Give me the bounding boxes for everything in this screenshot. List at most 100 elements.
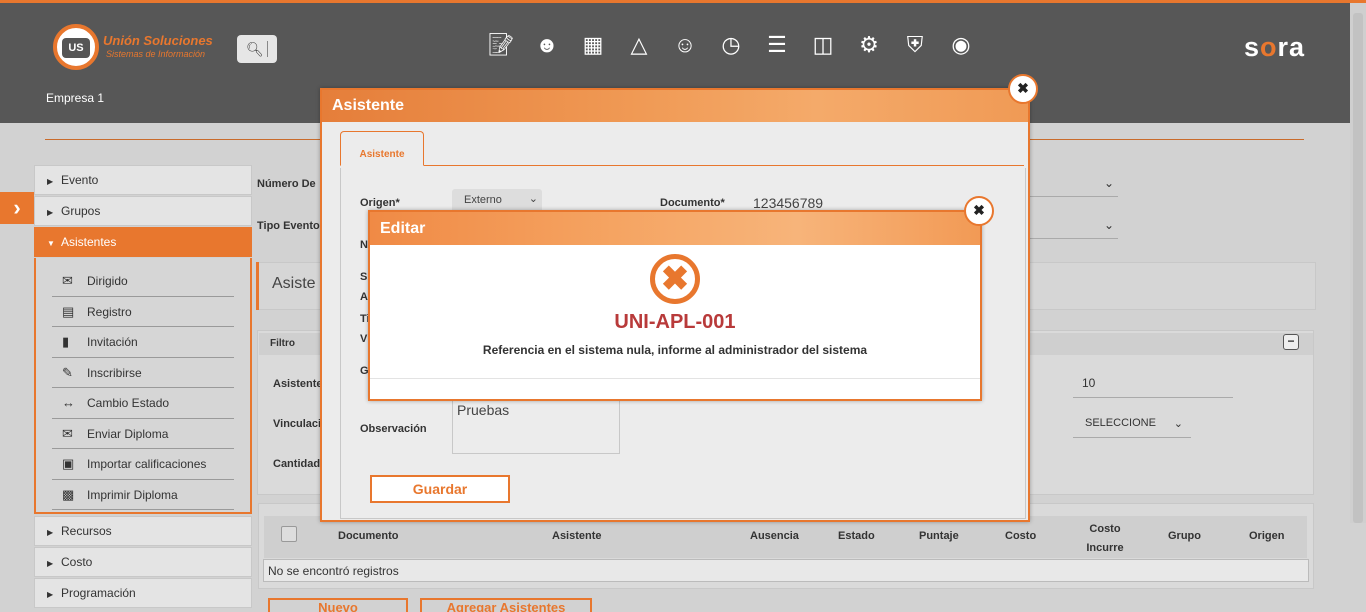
- guardar-button[interactable]: Guardar: [370, 475, 510, 503]
- partial-label: A: [360, 291, 368, 303]
- tipo-evento-label: Tipo Evento: [257, 220, 320, 232]
- submenu-item-label: Dirigido: [87, 274, 128, 288]
- chevron-right-icon: ›: [13, 195, 21, 220]
- brand-left: s: [1244, 32, 1261, 62]
- envelope-icon: ✉: [62, 425, 73, 441]
- submenu-item-label: Enviar Diploma: [87, 426, 169, 441]
- search-separator: [267, 41, 268, 57]
- presentation-icon[interactable]: ◫: [809, 31, 837, 59]
- user-settings-icon[interactable]: ☻: [533, 31, 561, 59]
- logo-subtitle: Sistemas de Información: [106, 49, 206, 59]
- error-x-icon: ✖: [650, 254, 700, 304]
- col-ausencia[interactable]: Ausencia: [750, 530, 799, 542]
- submenu-item-inscribirse[interactable]: ✎ Inscribirse: [52, 358, 234, 388]
- submenu-item-registro[interactable]: ▤ Registro: [52, 297, 234, 327]
- tab-asistente[interactable]: Asistente: [340, 131, 424, 166]
- tipo-evento-select[interactable]: ⌄: [1028, 213, 1118, 239]
- observacion-textarea[interactable]: Pruebas: [452, 397, 620, 454]
- sidebar-toggle-button[interactable]: ›: [0, 192, 34, 224]
- form-icon: ▤: [62, 303, 75, 319]
- tabs-underline: [340, 165, 1024, 166]
- logo-mark: US: [53, 24, 99, 70]
- submenu-item-cambio-estado[interactable]: ↔ Cambio Estado: [52, 388, 234, 419]
- numero-select[interactable]: ⌄: [1028, 171, 1118, 197]
- origen-select-value: Externo: [464, 194, 502, 206]
- shield-cart-icon[interactable]: ⛨: [901, 31, 929, 59]
- select-all-checkbox[interactable]: [281, 526, 297, 542]
- print-icon: ▩: [62, 486, 75, 502]
- sidebar-item-asistentes[interactable]: ▼ Asistentes: [34, 227, 252, 257]
- user-tag-icon[interactable]: ☺: [671, 31, 699, 59]
- submenu-item-label: Inscribirse: [87, 365, 142, 380]
- modal-footer-divider: [370, 378, 980, 379]
- sidebar-item-recursos[interactable]: ▶ Recursos: [34, 516, 252, 546]
- asistentes-submenu: ✉ Dirigido ▤ Registro ▮ Invitación ✎ Inscrib…: [34, 258, 252, 514]
- editar-modal-header: Editar: [370, 212, 980, 245]
- col-estado[interactable]: Estado: [838, 530, 875, 542]
- search-users-icon[interactable]: ◉: [947, 31, 975, 59]
- sidebar-item-evento[interactable]: ▶ Evento: [34, 165, 252, 195]
- company-logo[interactable]: US Unión Soluciones Sistemas de Informac…: [53, 24, 223, 70]
- caret-right-icon: ▶: [47, 559, 54, 568]
- gift-icon[interactable]: ▦: [579, 31, 607, 59]
- search-button[interactable]: 🔍︎: [237, 35, 277, 63]
- caret-down-icon: ▼: [47, 239, 55, 248]
- submenu-item-invitacion[interactable]: ▮ Invitación: [52, 327, 234, 358]
- sidebar-menu: ▶ Evento ▶ Grupos ▼ Asistentes ✉ Dirigido ▤ R…: [34, 165, 252, 609]
- submenu-item-label: Registro: [87, 304, 132, 319]
- sidebar-item-programacion[interactable]: ▶ Programación: [34, 578, 252, 608]
- col-grupo[interactable]: Grupo: [1168, 530, 1201, 542]
- cantidad-input[interactable]: 10: [1073, 372, 1233, 398]
- file-icon: ▮: [62, 334, 70, 349]
- brand-logo: sora: [1244, 32, 1305, 63]
- asistente-modal-title: Asistente: [332, 97, 405, 114]
- caret-right-icon: ▶: [47, 177, 54, 186]
- search-icon: 🔍︎: [246, 41, 264, 57]
- close-icon: ✖: [968, 199, 990, 221]
- col-puntaje[interactable]: Puntaje: [919, 530, 959, 542]
- arrows-icon: ↔: [62, 395, 75, 410]
- chevron-down-icon: ⌄: [528, 193, 538, 205]
- editar-modal-title: Editar: [380, 220, 426, 237]
- scrollbar-thumb[interactable]: [1353, 13, 1363, 523]
- page-scrollbar[interactable]: [1350, 3, 1366, 523]
- pen-icon: ✎: [62, 364, 73, 380]
- submenu-item-label: Cambio Estado: [87, 396, 170, 410]
- vinculacion-select[interactable]: SELECCIONE ⌄: [1073, 412, 1191, 438]
- submenu-item-enviar-diploma[interactable]: ✉ Enviar Diploma: [52, 419, 234, 449]
- documento-field[interactable]: 123456789: [753, 195, 823, 211]
- close-asistente-button[interactable]: ✖: [1008, 74, 1038, 104]
- close-icon: ✖: [1012, 77, 1034, 99]
- col-asistente[interactable]: Asistente: [552, 530, 602, 542]
- sidebar-item-label: Asistentes: [61, 235, 117, 249]
- chevron-down-icon: ⌄: [1103, 176, 1114, 190]
- agregar-asistentes-button[interactable]: Agregar Asistentes: [420, 598, 592, 612]
- vinculacion-filter-label: Vinculaci: [273, 418, 322, 430]
- submenu-item-label: Imprimir Diploma: [87, 487, 178, 502]
- col-documento[interactable]: Documento: [338, 530, 399, 542]
- col-origen[interactable]: Origen: [1249, 530, 1284, 542]
- partial-label: V: [360, 333, 368, 345]
- collapse-button[interactable]: −: [1283, 334, 1299, 350]
- list-document-icon[interactable]: ☰: [763, 31, 791, 59]
- sidebar-item-costo[interactable]: ▶ Costo: [34, 547, 252, 577]
- col-costo-incurre[interactable]: Costo Incurre: [1084, 520, 1126, 558]
- error-code: UNI-APL-001: [614, 311, 736, 333]
- edit-document-icon[interactable]: 📝︎: [487, 31, 515, 59]
- gears-icon[interactable]: ⚙: [855, 31, 883, 59]
- group-icon[interactable]: △: [625, 31, 653, 59]
- timer-icon[interactable]: ◷: [717, 31, 745, 59]
- asistente-filter-label: Asistente: [273, 378, 323, 390]
- chevron-down-icon: ⌄: [1103, 218, 1114, 232]
- company-name: Empresa 1: [46, 91, 105, 105]
- logo-mark-text: US: [62, 38, 90, 58]
- caret-right-icon: ▶: [47, 208, 54, 217]
- col-costo[interactable]: Costo: [1005, 530, 1036, 542]
- submenu-item-dirigido[interactable]: ✉ Dirigido: [52, 266, 234, 297]
- sidebar-item-label: Evento: [61, 173, 99, 187]
- nuevo-button[interactable]: Nuevo: [268, 598, 408, 612]
- submenu-item-imprimir-diploma[interactable]: ▩ Imprimir Diploma: [52, 480, 234, 510]
- submenu-item-importar-calificaciones[interactable]: ▣ Importar calificaciones: [52, 449, 234, 480]
- close-editar-button[interactable]: ✖: [964, 196, 994, 226]
- sidebar-item-grupos[interactable]: ▶ Grupos: [34, 196, 252, 226]
